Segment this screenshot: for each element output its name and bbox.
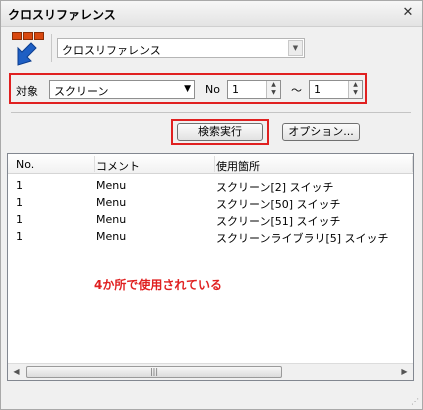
cell-no: 1	[16, 213, 23, 226]
table-row[interactable]: 1 Menu スクリーンライブラリ[5] スイッチ	[8, 229, 413, 246]
scroll-left-icon[interactable]: ◀	[8, 364, 25, 380]
scroll-thumb[interactable]: |||	[26, 366, 282, 378]
cell-location: スクリーンライブラリ[5] スイッチ	[216, 232, 389, 245]
spin-up-icon[interactable]: ▲	[267, 81, 280, 89]
close-icon[interactable]: ✕	[401, 5, 415, 21]
no-from-value: 1	[232, 83, 239, 96]
column-header-comment[interactable]: コメント	[96, 158, 140, 174]
no-from-stepper[interactable]: 1 ▲ ▼	[227, 80, 281, 99]
list-header: No. コメント 使用箇所	[8, 154, 413, 174]
chevron-down-icon[interactable]: ▼	[288, 40, 303, 56]
title-bar: クロスリファレンス ✕	[1, 1, 422, 27]
column-separator[interactable]	[94, 156, 95, 172]
window-title: クロスリファレンス	[8, 8, 116, 22]
column-header-location[interactable]: 使用箇所	[216, 158, 260, 174]
usage-count-annotation: 4か所で使用されている	[94, 278, 222, 292]
options-button[interactable]: オプション...	[282, 123, 360, 141]
scroll-right-icon[interactable]: ▶	[396, 364, 413, 380]
no-label: No	[205, 83, 220, 96]
no-to-value: 1	[314, 83, 321, 96]
horizontal-scrollbar[interactable]: ◀ ||| ▶	[8, 363, 413, 380]
column-header-no[interactable]: No.	[16, 158, 34, 171]
section-divider	[11, 112, 411, 113]
cross-reference-icon	[12, 32, 48, 68]
range-tilde: ～	[291, 84, 302, 97]
no-to-stepper[interactable]: 1 ▲ ▼	[309, 80, 363, 99]
table-row[interactable]: 1 Menu スクリーン[2] スイッチ	[8, 178, 413, 195]
cell-comment: Menu	[96, 179, 127, 192]
spin-up-icon[interactable]: ▲	[349, 81, 362, 89]
spin-down-icon[interactable]: ▼	[349, 89, 362, 97]
target-select[interactable]: スクリーン ▼	[49, 80, 195, 99]
column-separator[interactable]	[214, 156, 215, 172]
cell-comment: Menu	[96, 230, 127, 243]
search-button[interactable]: 検索実行	[177, 123, 263, 141]
result-list[interactable]: No. コメント 使用箇所 1 Menu スクリーン[2] スイッチ 1 Men…	[7, 153, 414, 381]
cell-no: 1	[16, 179, 23, 192]
spin-down-icon[interactable]: ▼	[267, 89, 280, 97]
icon-separator	[51, 34, 52, 62]
cross-reference-panel: クロスリファレンス ✕ クロスリファレンス ▼ 対象 スクリーン ▼ No 1 …	[0, 0, 423, 410]
function-select-value: クロスリファレンス	[62, 44, 161, 57]
target-select-value: スクリーン	[54, 85, 109, 98]
table-row[interactable]: 1 Menu スクリーン[50] スイッチ	[8, 195, 413, 212]
cell-comment: Menu	[96, 196, 127, 209]
resize-grip-icon[interactable]: ⋰	[411, 397, 419, 406]
cell-location: スクリーン[2] スイッチ	[216, 181, 334, 194]
cell-no: 1	[16, 196, 23, 209]
cell-location: スクリーン[51] スイッチ	[216, 215, 341, 228]
chevron-down-icon[interactable]: ▼	[184, 84, 191, 94]
cell-no: 1	[16, 230, 23, 243]
cell-comment: Menu	[96, 213, 127, 226]
cell-location: スクリーン[50] スイッチ	[216, 198, 341, 211]
table-row[interactable]: 1 Menu スクリーン[51] スイッチ	[8, 212, 413, 229]
target-label: 対象	[16, 85, 38, 98]
column-separator[interactable]	[412, 156, 413, 172]
function-select[interactable]: クロスリファレンス ▼	[57, 38, 305, 58]
